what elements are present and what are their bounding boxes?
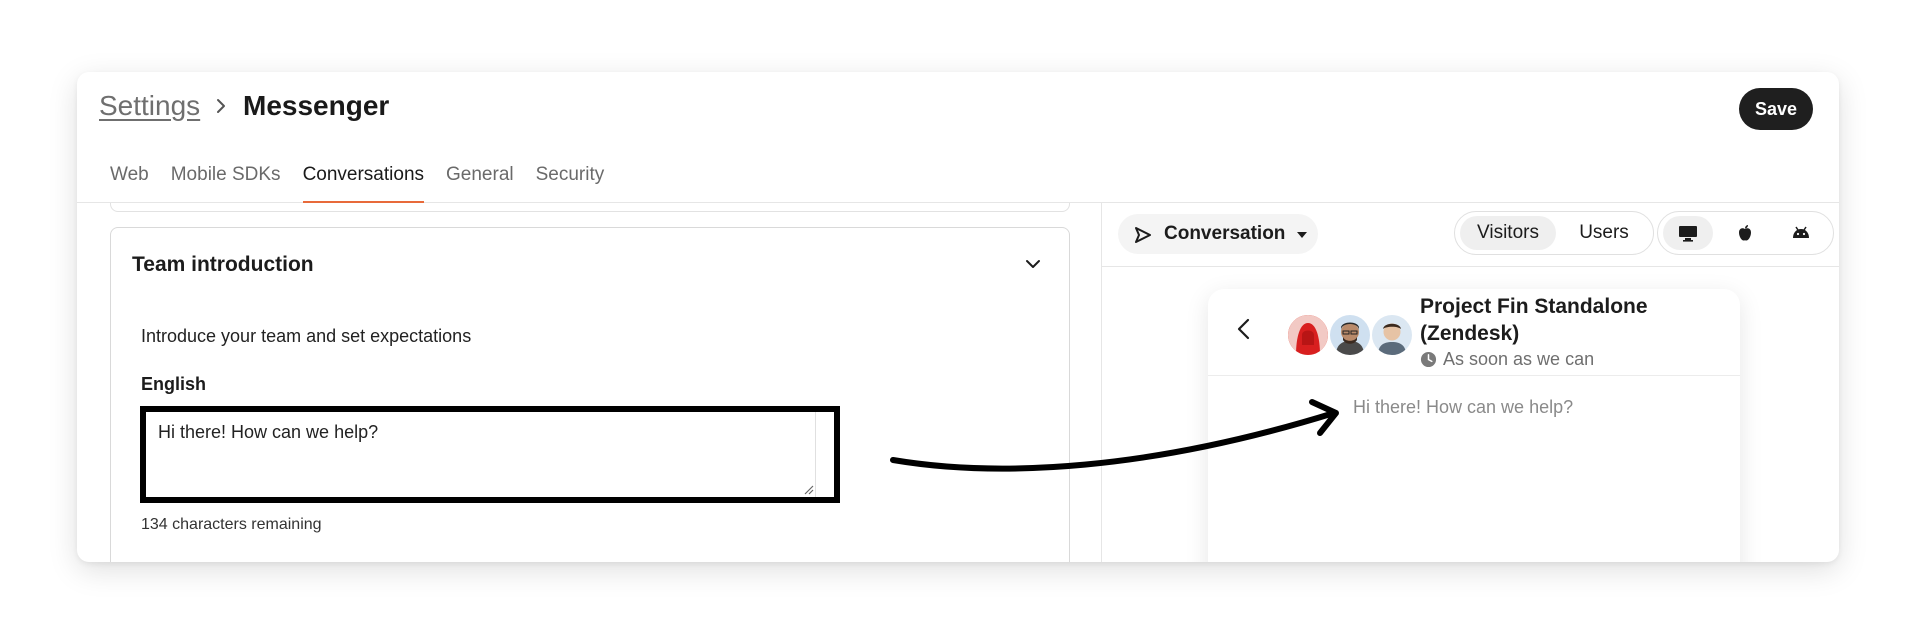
- device-toggle: [1657, 211, 1834, 255]
- previous-section: [110, 203, 1070, 212]
- response-time-text: As soon as we can: [1443, 349, 1595, 369]
- audience-toggle: Visitors Users: [1454, 211, 1654, 255]
- section-title: Team introduction: [132, 253, 314, 276]
- ios-option[interactable]: [1720, 216, 1770, 250]
- page-header: Settings Messenger Save Web Mobile SDKs …: [77, 72, 1839, 203]
- preview-team-title: Project Fin Standalone (Zendesk): [1420, 295, 1648, 345]
- desktop-option[interactable]: [1663, 216, 1713, 250]
- chevron-down-icon[interactable]: [1023, 254, 1043, 274]
- conversation-mode-dropdown[interactable]: Conversation: [1118, 214, 1318, 254]
- preview-header: Project Fin Standalone (Zendesk) As soon…: [1208, 289, 1740, 376]
- textarea-field[interactable]: Hi there! How can we help?: [146, 412, 816, 497]
- send-icon: [1135, 227, 1151, 243]
- breadcrumb-settings-link[interactable]: Settings: [99, 90, 200, 122]
- conversation-mode-label: Conversation: [1164, 223, 1286, 244]
- tab-web[interactable]: Web: [99, 162, 160, 202]
- clock-icon: [1420, 351, 1437, 368]
- users-option[interactable]: Users: [1560, 216, 1648, 250]
- android-option[interactable]: [1776, 216, 1826, 250]
- caret-down-icon: [1297, 232, 1307, 238]
- language-label: English: [141, 374, 207, 394]
- page-title: Messenger: [243, 90, 390, 121]
- character-counter: 134 characters remaining: [141, 516, 322, 533]
- tab-general[interactable]: General: [435, 162, 525, 202]
- tab-bar: Web Mobile SDKs Conversations General Se…: [99, 162, 616, 203]
- tab-conversations[interactable]: Conversations: [292, 162, 435, 203]
- settings-card: Settings Messenger Save Web Mobile SDKs …: [77, 72, 1839, 562]
- messenger-preview: Project Fin Standalone (Zendesk) As soon…: [1208, 289, 1740, 562]
- response-time: As soon as we can: [1420, 349, 1594, 370]
- apple-icon: [1739, 225, 1751, 241]
- textarea-value: Hi there! How can we help?: [158, 422, 379, 442]
- avatar: [1286, 313, 1330, 357]
- preview-panel: Conversation Visitors Users Project Fin …: [1101, 203, 1839, 562]
- avatar: [1370, 313, 1414, 357]
- chevron-right-icon: [217, 99, 225, 113]
- chevron-left-icon[interactable]: [1236, 317, 1250, 341]
- settings-panel: Team introduction Introduce your team an…: [77, 203, 1101, 562]
- tab-security[interactable]: Security: [525, 162, 616, 202]
- resize-handle-icon[interactable]: [802, 483, 814, 495]
- android-icon: [1793, 226, 1809, 238]
- save-button[interactable]: Save: [1738, 88, 1813, 130]
- visitors-option[interactable]: Visitors: [1460, 216, 1556, 250]
- team-introduction-section: Team introduction Introduce your team an…: [110, 227, 1070, 562]
- intro-textarea[interactable]: Hi there! How can we help?: [140, 406, 840, 503]
- preview-greeting: Hi there! How can we help?: [1353, 397, 1574, 417]
- preview-toolbar: Conversation Visitors Users: [1102, 203, 1839, 267]
- avatar: [1328, 313, 1372, 357]
- desktop-icon: [1679, 226, 1697, 242]
- section-description: Introduce your team and set expectations: [141, 326, 472, 346]
- tab-mobile-sdks[interactable]: Mobile SDKs: [160, 162, 292, 202]
